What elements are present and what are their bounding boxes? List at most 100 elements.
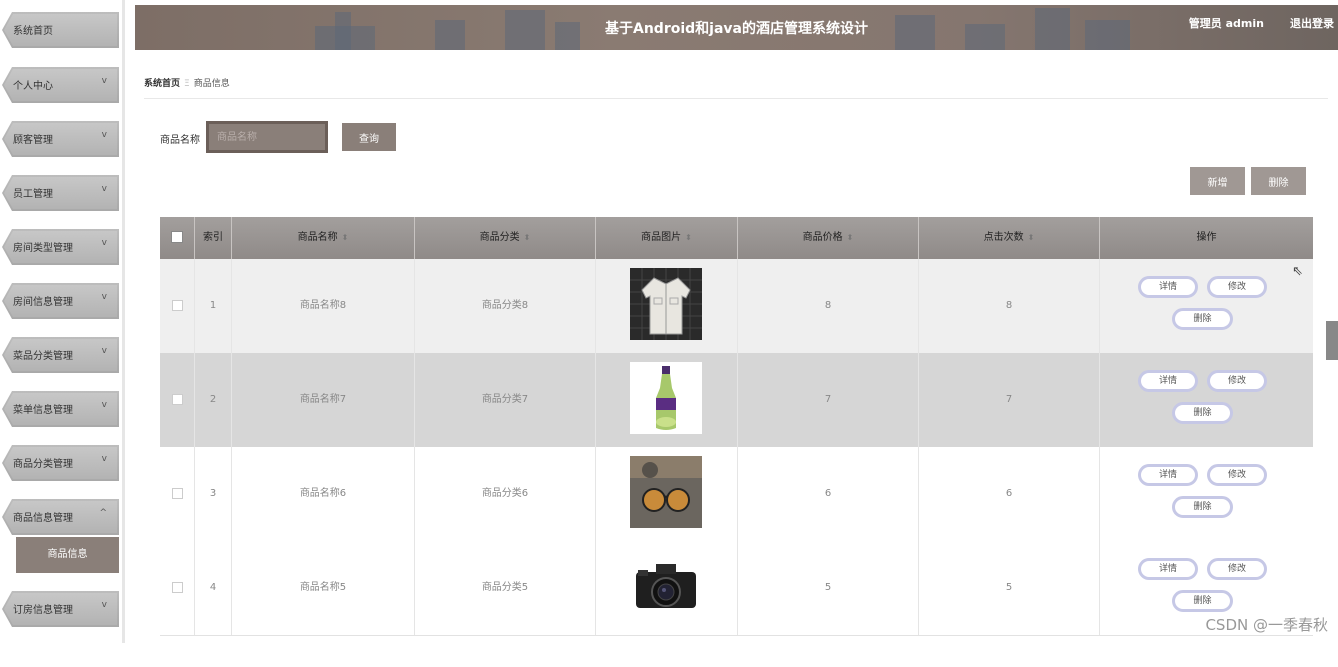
detail-button[interactable]: 详情 [1138,370,1198,392]
row-index: 2 [195,353,232,447]
product-name-search-input[interactable] [206,121,328,153]
edit-button[interactable]: 修改 [1207,558,1267,580]
row-name: 商品名称5 [232,541,415,635]
sort-icon[interactable]: ⬍ [342,233,349,242]
header-category[interactable]: 商品分类 ⬍ [415,217,596,259]
row-ops-cell: 详情 修改删除 [1100,447,1313,541]
select-all-checkbox[interactable] [171,231,183,243]
row-delete-button[interactable]: 删除 [1172,308,1233,330]
sidebar: 系统首页 个人中心 v 顾客管理 v 员工管理 v 房间类型管理 v 房间信息管理 v 菜品分类管理 v… [0,0,125,643]
page-title: 基于Android和java的酒店管理系统设计 [605,21,868,37]
table-header: 索引 商品名称 ⬍ 商品分类 ⬍ 商品图片 ⬍ 商品价格 ⬍ 点击次数 ⬍ 操作 [160,217,1313,259]
header-clicks-label: 点击次数 [983,232,1024,243]
detail-button[interactable]: 详情 [1138,464,1198,486]
chevron-icon: ^ [99,508,107,518]
edit-button[interactable]: 修改 [1207,464,1267,486]
sidebar-item-10[interactable]: 订房信息管理 v [2,591,119,627]
sidebar-item-1[interactable]: 个人中心 v [2,67,119,103]
sidebar-item-label: 系统首页 [13,26,53,37]
sidebar-item-4[interactable]: 房间类型管理 v [2,229,119,265]
row-price: 6 [738,447,919,541]
header-checkbox-cell [160,217,195,259]
sunglasses-image [630,456,702,528]
jacket-image [630,268,702,340]
row-name: 商品名称6 [232,447,415,541]
header-category-label: 商品分类 [479,232,520,243]
row-clicks: 8 [919,259,1100,353]
sidebar-item-5[interactable]: 房间信息管理 v [2,283,119,319]
row-checkbox-cell [160,353,195,447]
chevron-icon: v [101,238,107,248]
row-clicks: 7 [919,353,1100,447]
header-index: 索引 [195,217,232,259]
row-checkbox[interactable] [171,581,183,593]
row-delete-button[interactable]: 删除 [1172,590,1233,612]
chevron-icon: v [101,454,107,464]
sidebar-item-label: 订房信息管理 [13,605,73,616]
row-checkbox[interactable] [171,393,183,405]
sort-icon[interactable]: ⬍ [1028,233,1035,242]
row-price: 5 [738,541,919,635]
query-button[interactable]: 查询 [342,123,396,151]
row-clicks: 6 [919,447,1100,541]
sidebar-item-9[interactable]: 商品信息管理 ^ [2,499,119,535]
header-image[interactable]: 商品图片 ⬍ [596,217,738,259]
edit-button[interactable]: 修改 [1207,370,1267,392]
sort-icon[interactable]: ⬍ [847,233,854,242]
sidebar-item-label: 菜单信息管理 [13,405,73,416]
row-delete-button[interactable]: 删除 [1172,402,1233,424]
row-checkbox[interactable] [171,487,183,499]
header-name[interactable]: 商品名称 ⬍ [232,217,415,259]
row-checkbox-cell [160,447,195,541]
sidebar-item-label: 菜品分类管理 [13,351,73,362]
sidebar-item-0[interactable]: 系统首页 [2,12,119,48]
mouse-cursor-icon: ⇖ [1292,264,1303,279]
breadcrumb-home[interactable]: 系统首页 [144,79,180,89]
row-image-cell [596,259,738,353]
row-index: 4 [195,541,232,635]
header-name-label: 商品名称 [297,232,338,243]
row-image-cell [596,353,738,447]
row-category: 商品分类5 [415,541,596,635]
table-row: 1 商品名称8 商品分类8 8 8 详情 修改 删除 [160,259,1313,354]
header-price[interactable]: 商品价格 ⬍ [738,217,919,259]
sidebar-item-3[interactable]: 员工管理 v [2,175,119,211]
scrollbar-thumb[interactable] [1326,321,1338,360]
chevron-icon: v [101,292,107,302]
row-category: 商品分类6 [415,447,596,541]
sort-icon[interactable]: ⬍ [524,233,531,242]
sidebar-item-label: 员工管理 [13,189,53,200]
logout-link[interactable]: 退出登录 [1290,15,1334,31]
sidebar-item-8[interactable]: 商品分类管理 v [2,445,119,481]
chevron-icon: v [101,76,107,86]
detail-button[interactable]: 详情 [1138,558,1198,580]
chevron-icon: v [101,600,107,610]
sort-icon[interactable]: ⬍ [685,233,692,242]
row-category: 商品分类8 [415,259,596,353]
detail-button[interactable]: 详情 [1138,276,1198,298]
sidebar-item-label: 商品分类管理 [13,459,73,470]
header-ops-label: 操作 [1196,232,1217,243]
sidebar-item-7[interactable]: 菜单信息管理 v [2,391,119,427]
row-delete-button[interactable]: 删除 [1172,496,1233,518]
row-name: 商品名称8 [232,259,415,353]
row-ops-cell: 详情 修改删除 [1100,259,1313,353]
add-button[interactable]: 新增 [1190,167,1245,195]
row-image-cell [596,541,738,635]
row-price: 7 [738,353,919,447]
table-row: 3 商品名称6 商品分类6 6 6 详情 修改 删除 [160,447,1313,542]
top-header: 基于Android和java的酒店管理系统设计 管理员 admin 退出登录 [135,5,1338,50]
batch-delete-button[interactable]: 删除 [1251,167,1306,195]
header-clicks[interactable]: 点击次数 ⬍ [919,217,1100,259]
sidebar-item-2[interactable]: 顾客管理 v [2,121,119,157]
sidebar-subitem-product-info[interactable]: 商品信息 [16,537,119,573]
sidebar-item-label: 个人中心 [13,81,53,92]
header-ops: 操作 [1100,217,1313,259]
sidebar-item-6[interactable]: 菜品分类管理 v [2,337,119,373]
sidebar-item-label: 顾客管理 [13,135,53,146]
row-checkbox[interactable] [171,299,183,311]
watermark: CSDN @一季春秋 [1205,616,1328,634]
edit-button[interactable]: 修改 [1207,276,1267,298]
sidebar-item-label: 房间类型管理 [13,243,73,254]
sidebar-item-label: 商品信息管理 [13,513,73,524]
